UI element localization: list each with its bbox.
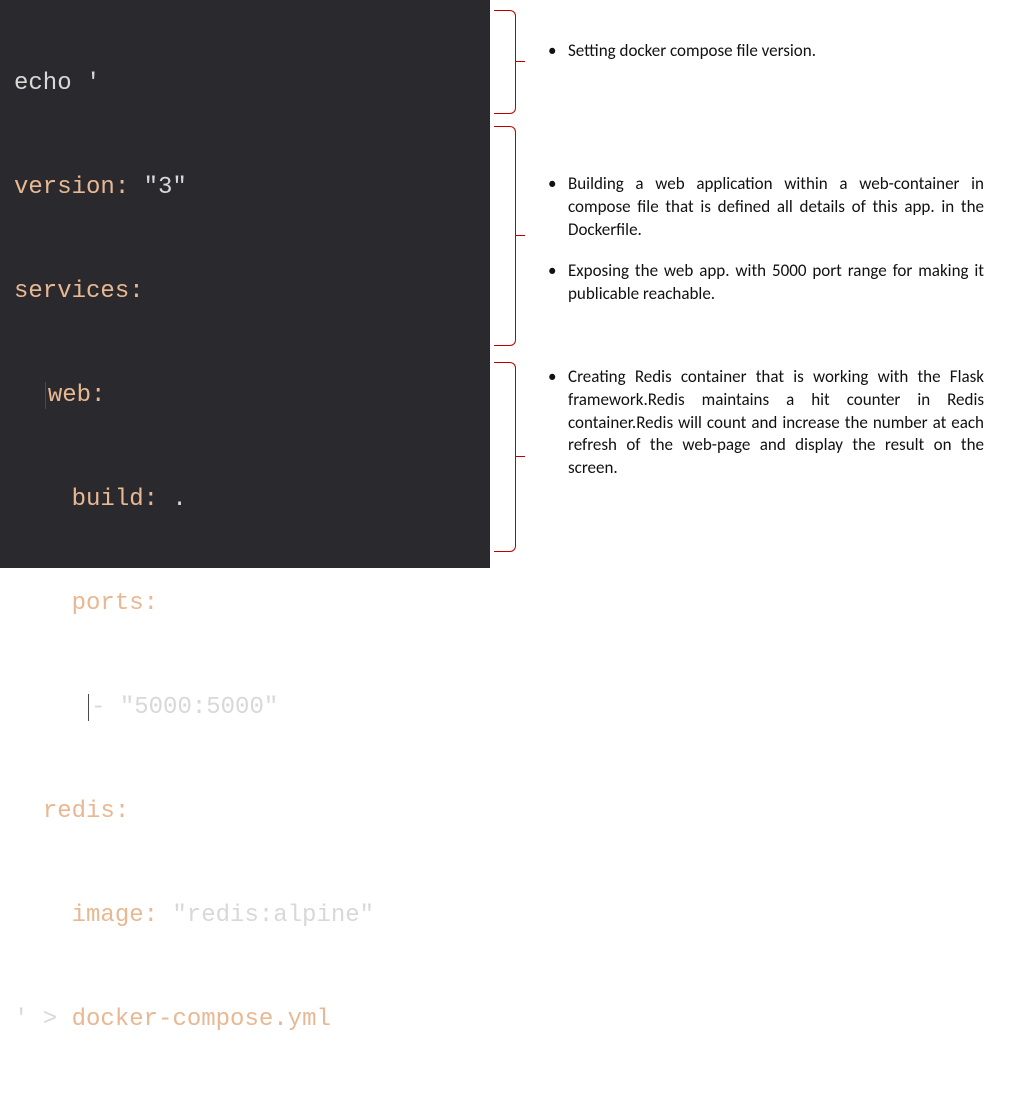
code-line-8: redis: (14, 786, 490, 838)
bracket-1 (494, 10, 516, 114)
version-key: version: (14, 174, 129, 201)
annotation-block-2: Building a web application within a web-… (544, 173, 984, 242)
annotation-block-4: Creating Redis container that is working… (544, 366, 984, 481)
bracket-2 (494, 126, 516, 346)
annotation-block-3: Exposing the web app. with 5000 port ran… (544, 260, 984, 306)
redirect: > (28, 1006, 71, 1033)
image-key: image: (72, 902, 158, 929)
code-line-10: ' > docker-compose.yml (14, 994, 490, 1046)
filename: docker-compose.yml (72, 1006, 331, 1033)
quote-open: ' (86, 70, 100, 97)
bracket-3 (494, 362, 516, 552)
image-val: "redis:alpine" (158, 902, 374, 929)
quote-close: ' (14, 1006, 28, 1033)
code-line-2: version: "3" (14, 162, 490, 214)
annotation-pane: Setting docker compose file version. Bui… (490, 0, 1024, 568)
annotation-4: Creating Redis container that is working… (544, 366, 984, 481)
version-val: "3" (129, 174, 187, 201)
web-key: web: (48, 382, 106, 409)
redis-key: redis: (43, 798, 129, 825)
code-pane: echo ' version: "3" services: web: build… (0, 0, 490, 568)
ports-val: "5000:5000" (120, 694, 278, 721)
dash: - (91, 694, 120, 721)
code-line-3: services: (14, 266, 490, 318)
build-key: build: (72, 486, 158, 513)
ports-key: ports: (72, 590, 158, 617)
services-key: services: (14, 278, 144, 305)
code-line-9: image: "redis:alpine" (14, 890, 490, 942)
annotation-3: Exposing the web app. with 5000 port ran… (544, 260, 984, 306)
code-line-4: web: (14, 370, 490, 422)
bracket-overlay (490, 0, 520, 568)
annotation-block-1: Setting docker compose file version. (544, 40, 984, 63)
build-val: . (158, 486, 187, 513)
code-line-5: build: . (14, 474, 490, 526)
echo-cmd: echo (14, 70, 86, 97)
code-line-1: echo ' (14, 58, 490, 110)
code-line-7: - "5000:5000" (14, 682, 490, 734)
annotation-1: Setting docker compose file version. (544, 40, 984, 63)
annotation-2: Building a web application within a web-… (544, 173, 984, 242)
code-line-6: ports: (14, 578, 490, 630)
